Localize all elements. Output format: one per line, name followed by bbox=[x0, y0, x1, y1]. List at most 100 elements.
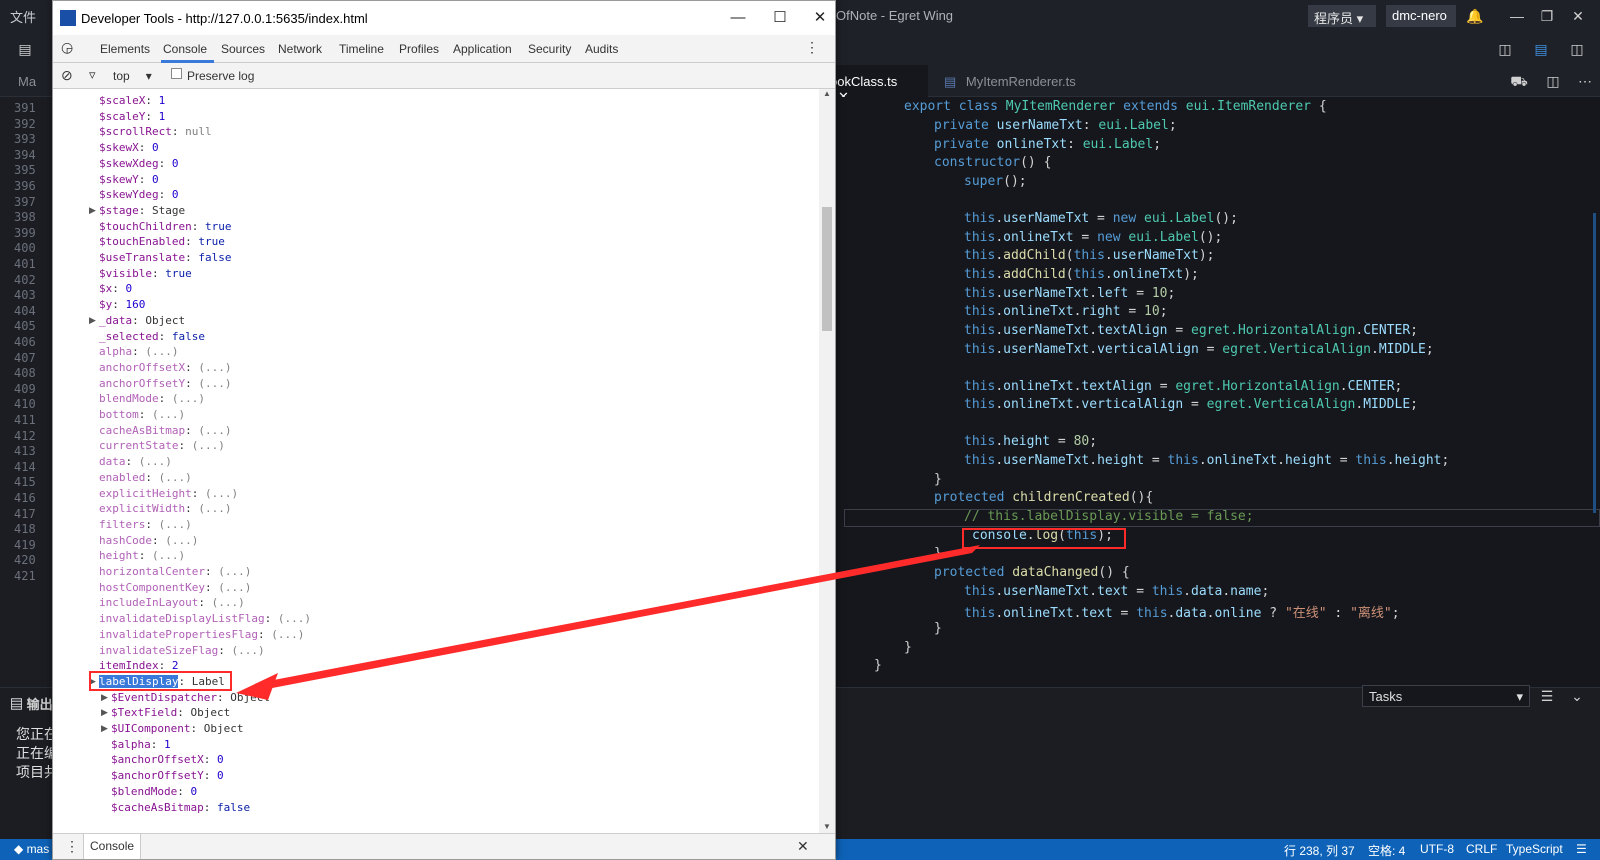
feedback-icon[interactable]: ☰ bbox=[1576, 842, 1587, 856]
property-row: explicitHeight: (...) bbox=[99, 486, 239, 500]
chevron-down-icon: ▾ bbox=[1516, 689, 1523, 704]
code-line: super(); bbox=[964, 174, 1027, 189]
property-value: true bbox=[198, 235, 225, 249]
property-row[interactable]: _data: Object bbox=[99, 314, 185, 327]
open-changes-icon[interactable]: ⛟ bbox=[1506, 69, 1532, 93]
scroll-down-icon[interactable]: ▼ bbox=[823, 822, 831, 831]
preserve-log-label: Preserve log bbox=[187, 69, 255, 83]
property-row[interactable]: $stage: Stage bbox=[99, 204, 185, 217]
property-value: Object bbox=[203, 722, 244, 735]
tab-console[interactable]: Console bbox=[163, 42, 207, 56]
code-line: this.onlineTxt.textAlign = egret.Horizon… bbox=[964, 379, 1403, 394]
property-row: $visible: true bbox=[99, 266, 192, 280]
tasks-select-value: Tasks bbox=[1369, 689, 1403, 704]
property-value: (...) bbox=[211, 596, 245, 610]
property-key: enabled bbox=[99, 470, 146, 484]
encoding[interactable]: UTF-8 bbox=[1420, 842, 1454, 856]
property-value: (...) bbox=[277, 612, 311, 626]
split-editor-icon[interactable]: ◫ bbox=[1540, 69, 1566, 93]
inspect-element-icon[interactable]: ◶ bbox=[61, 39, 73, 56]
expand-triangle-icon[interactable]: ▶ bbox=[89, 315, 96, 326]
line-ending[interactable]: CRLF bbox=[1466, 842, 1497, 856]
account-button[interactable]: dmc-nero bbox=[1386, 5, 1456, 27]
property-key: $touchChildren bbox=[99, 219, 192, 233]
property-row[interactable]: $TextField: Object bbox=[111, 706, 230, 719]
property-value: (...) bbox=[145, 345, 179, 359]
indent-setting[interactable]: 空格: 4 bbox=[1368, 842, 1405, 859]
console-scrollbar[interactable]: ▲ ▼ bbox=[819, 89, 835, 833]
layout-right-icon[interactable]: ◫ bbox=[1564, 37, 1590, 61]
property-key: filters bbox=[99, 517, 146, 531]
chevron-down-icon: ▾ bbox=[145, 69, 152, 83]
git-branch[interactable]: ◆ mas bbox=[14, 842, 49, 856]
close-icon[interactable]: ✕ bbox=[805, 7, 835, 29]
restore-icon[interactable]: ❐ bbox=[1534, 4, 1560, 28]
minimize-icon[interactable]: — bbox=[1504, 4, 1530, 28]
expand-triangle-icon[interactable]: ▶ bbox=[89, 205, 96, 216]
tab-timeline[interactable]: Timeline bbox=[339, 42, 384, 56]
console-output[interactable]: $scaleX: 1 $scaleY: 1 $scrollRect: null $sk… bbox=[53, 89, 819, 833]
preserve-log-checkbox[interactable] bbox=[171, 68, 182, 79]
property-row: blendMode: (...) bbox=[99, 392, 205, 406]
property-value: (...) bbox=[198, 502, 232, 516]
scroll-up-icon[interactable]: ▲ bbox=[823, 89, 831, 98]
line-number: 421 bbox=[14, 569, 36, 583]
scrollbar-thumb[interactable] bbox=[822, 207, 832, 331]
close-icon[interactable]: ✕ bbox=[1565, 4, 1591, 28]
property-row[interactable]: $EventDispatcher: Object bbox=[111, 691, 270, 704]
tab-myitemrenderer[interactable]: ▤ MyItemRenderer.ts bbox=[934, 65, 1096, 97]
explorer-icon[interactable]: ▤ bbox=[12, 37, 38, 61]
more-icon[interactable]: ⋯ bbox=[1572, 69, 1598, 93]
layout-bottom-icon[interactable]: ▤ bbox=[1528, 37, 1554, 61]
expand-triangle-icon[interactable]: ▶ bbox=[101, 707, 108, 718]
property-value: false bbox=[171, 329, 205, 343]
tab-network[interactable]: Network bbox=[278, 42, 322, 56]
property-value: (...) bbox=[198, 360, 232, 374]
tasks-select[interactable]: Tasks ▾ bbox=[1362, 685, 1530, 707]
more-vert-icon[interactable]: ⋮ bbox=[805, 39, 819, 56]
clear-console-icon[interactable]: ⊘ bbox=[61, 67, 73, 84]
language-mode[interactable]: TypeScript bbox=[1506, 842, 1563, 856]
clear-output-icon[interactable]: ☰ bbox=[1534, 684, 1560, 708]
tab-sources[interactable]: Sources bbox=[221, 42, 265, 56]
tab-bookclass[interactable]: ookClass.ts ✕ bbox=[820, 65, 928, 104]
drawer-tab-console[interactable]: Console bbox=[83, 834, 142, 859]
tab-audits[interactable]: Audits bbox=[585, 42, 618, 56]
console-drawer: ⋮ Console ✕ bbox=[53, 833, 835, 859]
property-value: 0 bbox=[171, 188, 179, 202]
cursor-position[interactable]: 行 238, 列 37 bbox=[1284, 842, 1355, 859]
layout-left-icon[interactable]: ◫ bbox=[1492, 37, 1518, 61]
tab-elements[interactable]: Elements bbox=[100, 42, 150, 56]
expand-triangle-icon[interactable]: ▶ bbox=[101, 723, 108, 734]
filter-icon[interactable]: ▿ bbox=[89, 67, 96, 83]
expand-triangle-icon[interactable]: ▶ bbox=[101, 692, 108, 703]
close-drawer-icon[interactable]: ✕ bbox=[797, 838, 809, 855]
property-row: height: (...) bbox=[99, 549, 186, 563]
maximize-icon[interactable]: ☐ bbox=[765, 7, 795, 29]
property-row: $touchEnabled: true bbox=[99, 235, 225, 249]
property-value: 0 bbox=[152, 141, 159, 155]
branch-name: mas bbox=[26, 842, 50, 856]
property-key: $skewYdeg bbox=[99, 188, 159, 202]
chevron-down-icon[interactable]: ⌄ bbox=[1564, 684, 1590, 708]
context-select[interactable]: top ▾ bbox=[113, 69, 152, 83]
code-editor[interactable]: export class MyItemRenderer extends eui.… bbox=[820, 97, 1600, 687]
property-row: bottom: (...) bbox=[99, 408, 186, 421]
code-line: this.userNameTxt.textAlign = egret.Horiz… bbox=[964, 323, 1418, 338]
line-number: 413 bbox=[14, 444, 36, 459]
tab-profiles[interactable]: Profiles bbox=[399, 42, 439, 56]
tab-ma[interactable]: Ma bbox=[8, 65, 46, 97]
tab-security[interactable]: Security bbox=[528, 42, 571, 56]
minimize-icon[interactable]: — bbox=[723, 7, 753, 29]
drawer-menu-icon[interactable]: ⋮ bbox=[65, 838, 79, 855]
property-value: (...) bbox=[191, 439, 225, 453]
user-role-dropdown[interactable]: 程序员 ▾ bbox=[1308, 5, 1376, 27]
line-number: 420 bbox=[14, 553, 36, 568]
property-key: $useTranslate bbox=[99, 251, 186, 264]
code-line: } bbox=[934, 472, 942, 487]
menu-file[interactable]: 文件 bbox=[10, 7, 36, 26]
property-row[interactable]: $UIComponent: Object bbox=[111, 722, 243, 735]
bell-icon[interactable]: 🔔 bbox=[1462, 4, 1488, 28]
property-row: $useTranslate: false bbox=[99, 251, 232, 264]
tab-application[interactable]: Application bbox=[453, 42, 512, 56]
